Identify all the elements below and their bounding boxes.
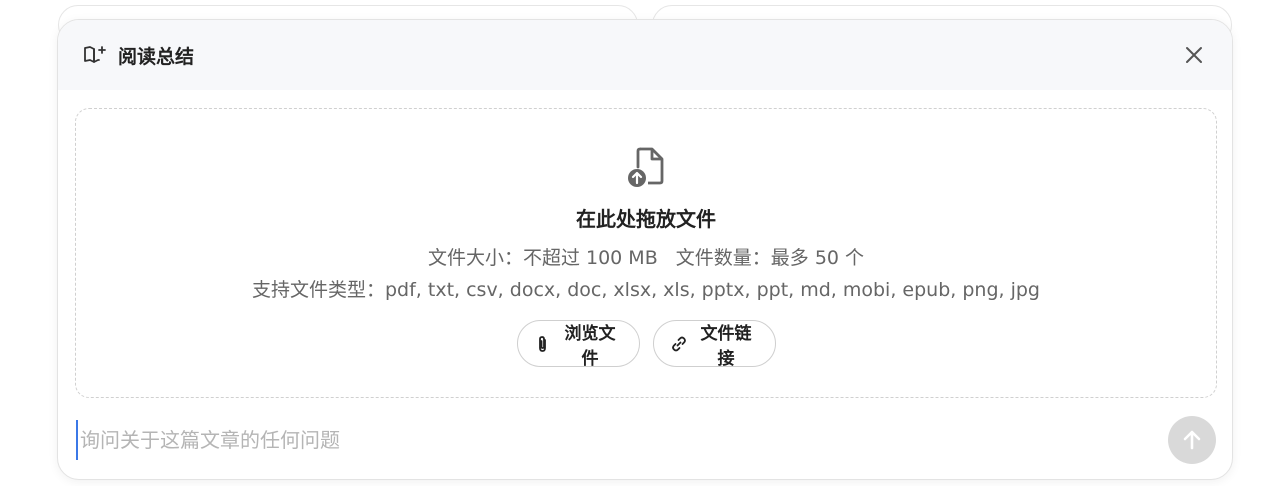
count-limit-text: 文件数量：最多 50 个 <box>675 247 865 269</box>
dropzone-title: 在此处拖放文件 <box>576 207 716 231</box>
question-input[interactable] <box>76 420 1158 460</box>
close-icon <box>1186 47 1202 63</box>
file-link-button[interactable]: 文件链接 <box>652 320 776 369</box>
question-input-row <box>76 416 1216 464</box>
arrow-up-icon <box>1183 430 1201 450</box>
dropzone-buttons: 浏览文件 文件链接 <box>76 320 1216 369</box>
size-limit-text: 文件大小：不超过 100 MB <box>427 247 658 269</box>
file-upload-icon <box>628 147 664 187</box>
book-sparkle-icon <box>82 42 108 68</box>
file-link-label: 文件链接 <box>700 323 752 369</box>
supported-types-text: 支持文件类型：pdf, txt, csv, docx, doc, xlsx, x… <box>251 279 1040 301</box>
dropzone-limits: 文件大小：不超过 100 MB 文件数量：最多 50 个 <box>76 243 1216 270</box>
paperclip-icon <box>534 335 552 353</box>
panel-title: 阅读总结 <box>118 45 195 68</box>
reading-summary-panel: 阅读总结 在此处拖放文件 文件大小：不超过 100 MB 文件数量：最多 50 … <box>57 19 1233 480</box>
file-dropzone[interactable]: 在此处拖放文件 文件大小：不超过 100 MB 文件数量：最多 50 个 支持文… <box>75 108 1217 398</box>
close-button[interactable] <box>1182 43 1206 67</box>
browse-files-button[interactable]: 浏览文件 <box>516 320 640 369</box>
panel-header: 阅读总结 <box>58 20 1232 90</box>
send-button[interactable] <box>1168 416 1216 464</box>
link-icon <box>670 335 688 353</box>
browse-files-label: 浏览文件 <box>564 323 616 369</box>
